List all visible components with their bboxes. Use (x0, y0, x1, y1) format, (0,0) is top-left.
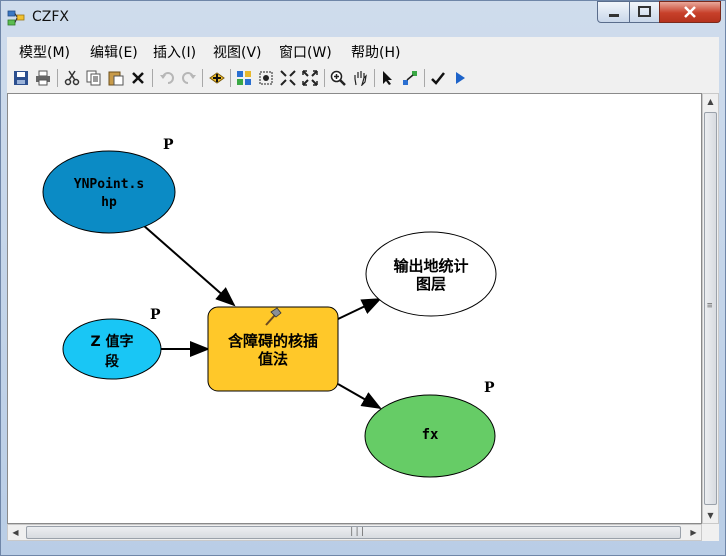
scroll-down-icon[interactable]: ▼ (703, 508, 718, 523)
zoom-in-button[interactable] (329, 69, 347, 87)
pan-button[interactable] (351, 69, 369, 87)
connector-input-to-tool (142, 224, 236, 307)
grip-icon: ≡ (707, 301, 713, 311)
copy-button[interactable] (85, 69, 103, 87)
add-data-icon (209, 72, 225, 84)
menu-view[interactable]: 视图(V) (213, 42, 262, 62)
menu-edit[interactable]: 编辑(E) (90, 42, 138, 62)
full-extent-icon (302, 70, 318, 86)
grip-icon: ||| (349, 527, 366, 537)
z-field-label-line2: 段 (105, 354, 119, 370)
z-field-param-flag: P (150, 307, 161, 323)
validate-icon (431, 72, 445, 85)
undo-icon (160, 72, 174, 84)
cut-icon (64, 70, 80, 86)
output-fx-param-flag: P (484, 380, 495, 396)
pan-icon (354, 71, 367, 86)
toolbar (7, 63, 719, 93)
connector-tool-to-fx (337, 383, 382, 409)
redo-icon (182, 72, 196, 84)
delete-button[interactable] (129, 69, 147, 87)
close-button[interactable] (659, 1, 721, 23)
scroll-up-icon[interactable]: ▲ (703, 94, 718, 109)
input-feature-label-line1: YNPoint.s (73, 177, 145, 192)
full-extent-button[interactable] (301, 69, 319, 87)
validate-button[interactable] (429, 69, 447, 87)
save-button[interactable] (12, 69, 30, 87)
output-layer-label-line2: 图层 (415, 275, 446, 293)
model-app-icon (7, 10, 25, 26)
menu-model[interactable]: 模型(M) (19, 42, 70, 62)
paste-button[interactable] (107, 69, 125, 87)
delete-icon (132, 72, 144, 84)
model-canvas[interactable]: YNPoint.s hp P Z 值字 段 P 含障碍的核插 值法 输出地统计 … (7, 93, 702, 524)
auto-layout-button[interactable] (235, 69, 253, 87)
copy-icon (86, 70, 101, 86)
connect-icon (403, 71, 417, 85)
run-icon (456, 72, 465, 84)
menu-help[interactable]: 帮助(H) (351, 42, 400, 62)
redo-button[interactable] (180, 69, 198, 87)
cut-button[interactable] (63, 69, 81, 87)
minimize-icon (609, 14, 619, 17)
output-layer-label-line1: 输出地统计 (393, 257, 469, 275)
select-pointer-button[interactable] (379, 69, 397, 87)
paste-icon (108, 71, 124, 86)
add-data-button[interactable] (208, 69, 226, 87)
scroll-left-icon[interactable]: ◀ (8, 525, 23, 540)
auto-layout-icon (237, 71, 251, 85)
horizontal-scrollbar[interactable]: ◀ ||| ▶ (7, 524, 702, 541)
scroll-right-icon[interactable]: ▶ (686, 525, 701, 540)
window-title: CZFX (32, 9, 70, 25)
z-field-label-line1: Z 值字 (90, 334, 134, 350)
connector-tool-to-output-layer (337, 298, 382, 320)
connect-button[interactable] (401, 69, 419, 87)
maximize-button[interactable] (629, 1, 660, 23)
horizontal-scroll-thumb[interactable]: ||| (26, 526, 681, 539)
resize-corner[interactable] (702, 524, 719, 541)
tool-label-line1: 含障碍的核插 (227, 332, 318, 350)
zoom-in-icon (330, 70, 346, 86)
menu-insert[interactable]: 插入(I) (153, 42, 196, 62)
input-feature-param-flag: P (163, 137, 174, 153)
select-all-icon (259, 71, 273, 85)
input-feature-label-line2: hp (101, 195, 117, 210)
run-button[interactable] (451, 69, 469, 87)
tool-label-line2: 值法 (257, 350, 288, 368)
model-diagram (42, 150, 497, 478)
save-icon (14, 71, 28, 85)
zoom-fixed-in-button[interactable] (279, 69, 297, 87)
app-window: CZFX 模型(M) 编辑(E) 插入(I) 视图(V) 窗口(W) 帮助(H) (0, 0, 726, 556)
minimize-button[interactable] (597, 1, 630, 23)
zoom-fixed-in-icon (280, 70, 296, 86)
select-pointer-icon (383, 71, 392, 85)
print-icon (36, 70, 50, 86)
undo-button[interactable] (158, 69, 176, 87)
menu-bar: 模型(M) 编辑(E) 插入(I) 视图(V) 窗口(W) 帮助(H) (7, 37, 719, 63)
vertical-scrollbar[interactable]: ▲ ≡ ▼ (702, 93, 719, 524)
maximize-icon (638, 6, 651, 17)
print-button[interactable] (34, 69, 52, 87)
menu-window[interactable]: 窗口(W) (279, 42, 332, 62)
vertical-scroll-thumb[interactable]: ≡ (704, 112, 717, 505)
select-all-button[interactable] (257, 69, 275, 87)
output-fx-label: fx (421, 427, 439, 443)
close-icon (684, 6, 696, 18)
title-bar[interactable]: CZFX (1, 1, 725, 35)
